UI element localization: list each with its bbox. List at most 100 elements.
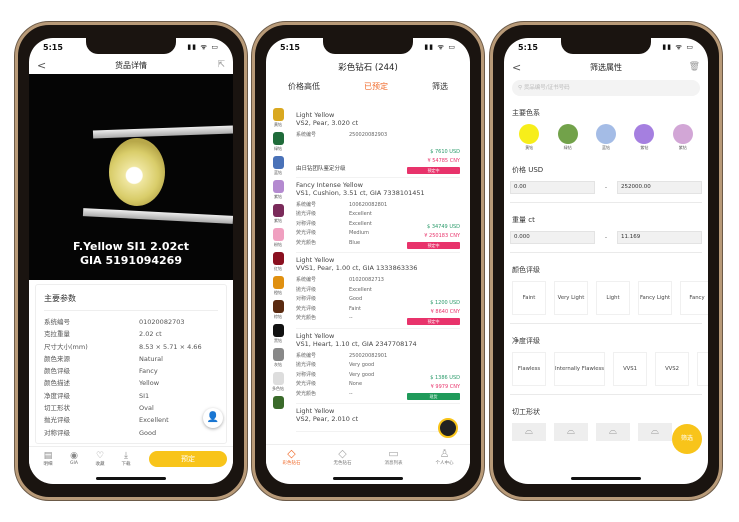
field-value: 250020082903 xyxy=(349,132,388,138)
grades-option[interactable]: Very Light xyxy=(554,281,588,315)
swatch-label: 蓝钻 xyxy=(274,170,282,175)
shape-option[interactable]: ⌓ xyxy=(638,423,672,441)
color-option[interactable]: 紫钻 xyxy=(634,124,655,151)
list-item[interactable]: Fancy Intense Yellow VS1, Cushion, 3.51 c… xyxy=(296,178,460,253)
avatar-button[interactable] xyxy=(438,418,458,438)
weight-max-input[interactable]: 11.169 xyxy=(617,231,702,244)
color-swatch[interactable]: 黑钻 xyxy=(270,324,286,348)
weight-min-input[interactable]: 0.000 xyxy=(510,231,595,244)
tweezer-top xyxy=(92,125,233,139)
color-swatch[interactable]: 粉钻 xyxy=(270,228,286,252)
home-indicator xyxy=(333,477,403,480)
share-icon[interactable]: ⇱ xyxy=(217,60,225,70)
nav-bar: 彩色钻石 (244) xyxy=(266,56,470,78)
field-value: Medium xyxy=(349,230,369,236)
customer-service-button[interactable]: 👤 xyxy=(203,408,223,428)
item-title: Fancy Intense Yellow xyxy=(296,180,363,189)
field-label: 抛光评级 xyxy=(296,211,317,217)
swatch-image xyxy=(272,180,284,193)
status-icons: ▮▮ ᯤ ▭ xyxy=(662,42,694,51)
price-min-input[interactable]: 0.00 xyxy=(510,181,595,194)
param-row: 系统编号 01020082703 xyxy=(44,316,218,328)
tab-2[interactable]: 筛选 xyxy=(432,81,448,92)
grades-option[interactable]: Light xyxy=(596,281,630,315)
color-swatch[interactable]: 黄钻 xyxy=(270,108,286,132)
color-swatch[interactable] xyxy=(270,396,286,420)
list-item[interactable]: Light Yellow VVS1, Pear, 1.00 ct, GIA 133… xyxy=(296,253,460,329)
page-title: 彩色钻石 (244) xyxy=(338,63,398,73)
item-price: $ 7610 USD ¥ 54785 CNY xyxy=(427,148,460,166)
back-icon[interactable]: < xyxy=(37,59,46,72)
clarity-option[interactable]: Internally Flawless xyxy=(554,352,606,386)
params-card: 主要参数 系统编号 01020082703 克拉重量 2.02 ct 尺寸大小(mm) 8… xyxy=(35,284,227,444)
clarity-options: FlawlessInternally FlawlessVVS1VVS2 VS1 xyxy=(504,352,708,386)
grades-option[interactable]: Fancy xyxy=(680,281,708,315)
search-input[interactable]: ⚲ 货品编号/证书号码 xyxy=(512,80,700,96)
bottom-item[interactable]: ▤ 明细 xyxy=(35,451,61,467)
tab-0[interactable]: 价格高低 xyxy=(288,81,320,92)
tab-person[interactable]: ♙ 个人中心 xyxy=(436,445,454,470)
weight-section-title: 重量 ct xyxy=(512,216,535,224)
color-swatch[interactable]: 棕钻 xyxy=(270,300,286,324)
color-option[interactable]: 蓝钻 xyxy=(595,124,616,151)
color-section-title: 主要色系 xyxy=(512,109,540,117)
param-label: 系统编号 xyxy=(44,318,70,326)
color-swatch[interactable]: 蓝钻 xyxy=(270,156,286,180)
status-badge: 现货 xyxy=(407,393,460,400)
color-swatch[interactable]: 灰钻 xyxy=(270,348,286,372)
field-value: Excellent xyxy=(349,286,372,293)
param-label: 克拉重量 xyxy=(44,330,70,339)
item-title: Light Yellow xyxy=(296,407,335,415)
clarity-option[interactable]: VVS1 xyxy=(613,352,648,386)
param-label: 切工形状 xyxy=(44,404,70,413)
list-item[interactable]: Light Yellow VS1, Heart, 1.10 ct, GIA 234… xyxy=(296,329,460,404)
bottom-item[interactable]: ◉ GIA xyxy=(61,451,87,467)
back-icon[interactable]: < xyxy=(512,61,521,74)
color-swatch[interactable]: 红钻 xyxy=(270,252,286,276)
tab-chat[interactable]: ▭ 消息列表 xyxy=(385,445,403,470)
grades-option[interactable]: Faint xyxy=(512,281,546,315)
shape-option[interactable]: ⌓ xyxy=(554,423,588,441)
grades-option[interactable]: Fancy Light xyxy=(638,281,672,315)
price-max-input[interactable]: 252000.00 xyxy=(617,181,702,194)
tab-diamond-outline[interactable]: ◇ 无色钻石 xyxy=(334,445,352,470)
color-swatch[interactable]: 多色钻 xyxy=(270,372,286,396)
bottom-item-label: GIA xyxy=(70,460,78,466)
list-item[interactable]: Light Yellow VS2, Pear, 2.010 ct xyxy=(296,404,460,432)
book-button[interactable]: 预定 xyxy=(149,450,227,467)
swatch-label: 多色钻 xyxy=(272,386,284,391)
shape-option[interactable]: ⌓ xyxy=(596,423,630,441)
clarity-option[interactable]: VVS2 xyxy=(655,352,690,386)
field-value: Excellent xyxy=(349,211,372,217)
color-option[interactable]: 紫钻 xyxy=(672,124,693,151)
color-option[interactable]: 绿钻 xyxy=(557,124,578,151)
color-swatch[interactable]: 紫钻 xyxy=(270,204,286,228)
color-swatch[interactable]: 紫钻 xyxy=(270,180,286,204)
status-time: 5:15 xyxy=(43,42,63,52)
notch xyxy=(86,38,176,54)
price-section-title: 价格 USD xyxy=(512,166,544,174)
swatch-image xyxy=(272,300,284,313)
bottom-item[interactable]: ♡ 收藏 xyxy=(87,451,113,467)
filter-screen: 5:15 ▮▮ ᯤ ▭ < 筛选属性 🗑 ⚲ 货品编号/证书号码 主要色系 黄钻 绿… xyxy=(504,38,708,484)
color-swatch[interactable]: 橙钻 xyxy=(270,276,286,300)
shape-option[interactable]: ⌓ xyxy=(512,423,546,441)
param-row: 颜色来源 Natural xyxy=(44,353,218,365)
list-item[interactable]: Light Yellow VS2, Pear, 3.020 ct 系统编号 25002… xyxy=(296,108,460,178)
tab-1[interactable]: 已预定 xyxy=(364,81,388,92)
color-option[interactable]: 黄钻 xyxy=(519,124,540,151)
trash-icon[interactable]: 🗑 xyxy=(689,62,700,72)
price-usd: $ 34749 USD xyxy=(427,224,460,230)
bottom-item[interactable]: ⤓ 下载 xyxy=(113,451,139,467)
notch xyxy=(323,38,413,54)
swatch-label: 粉钻 xyxy=(274,242,282,247)
filter-button[interactable]: 筛选 xyxy=(672,424,702,454)
swatch-image xyxy=(272,276,284,289)
color-label: 紫钻 xyxy=(640,145,649,150)
clarity-option[interactable]: VS1 xyxy=(697,352,708,386)
home-indicator xyxy=(96,477,166,480)
tab-diamond[interactable]: ◇ 彩色钻石 xyxy=(283,445,301,470)
color-swatch[interactable]: 绿钻 xyxy=(270,132,286,156)
swatch-label: 红钻 xyxy=(274,266,282,271)
clarity-option[interactable]: Flawless xyxy=(512,352,546,386)
